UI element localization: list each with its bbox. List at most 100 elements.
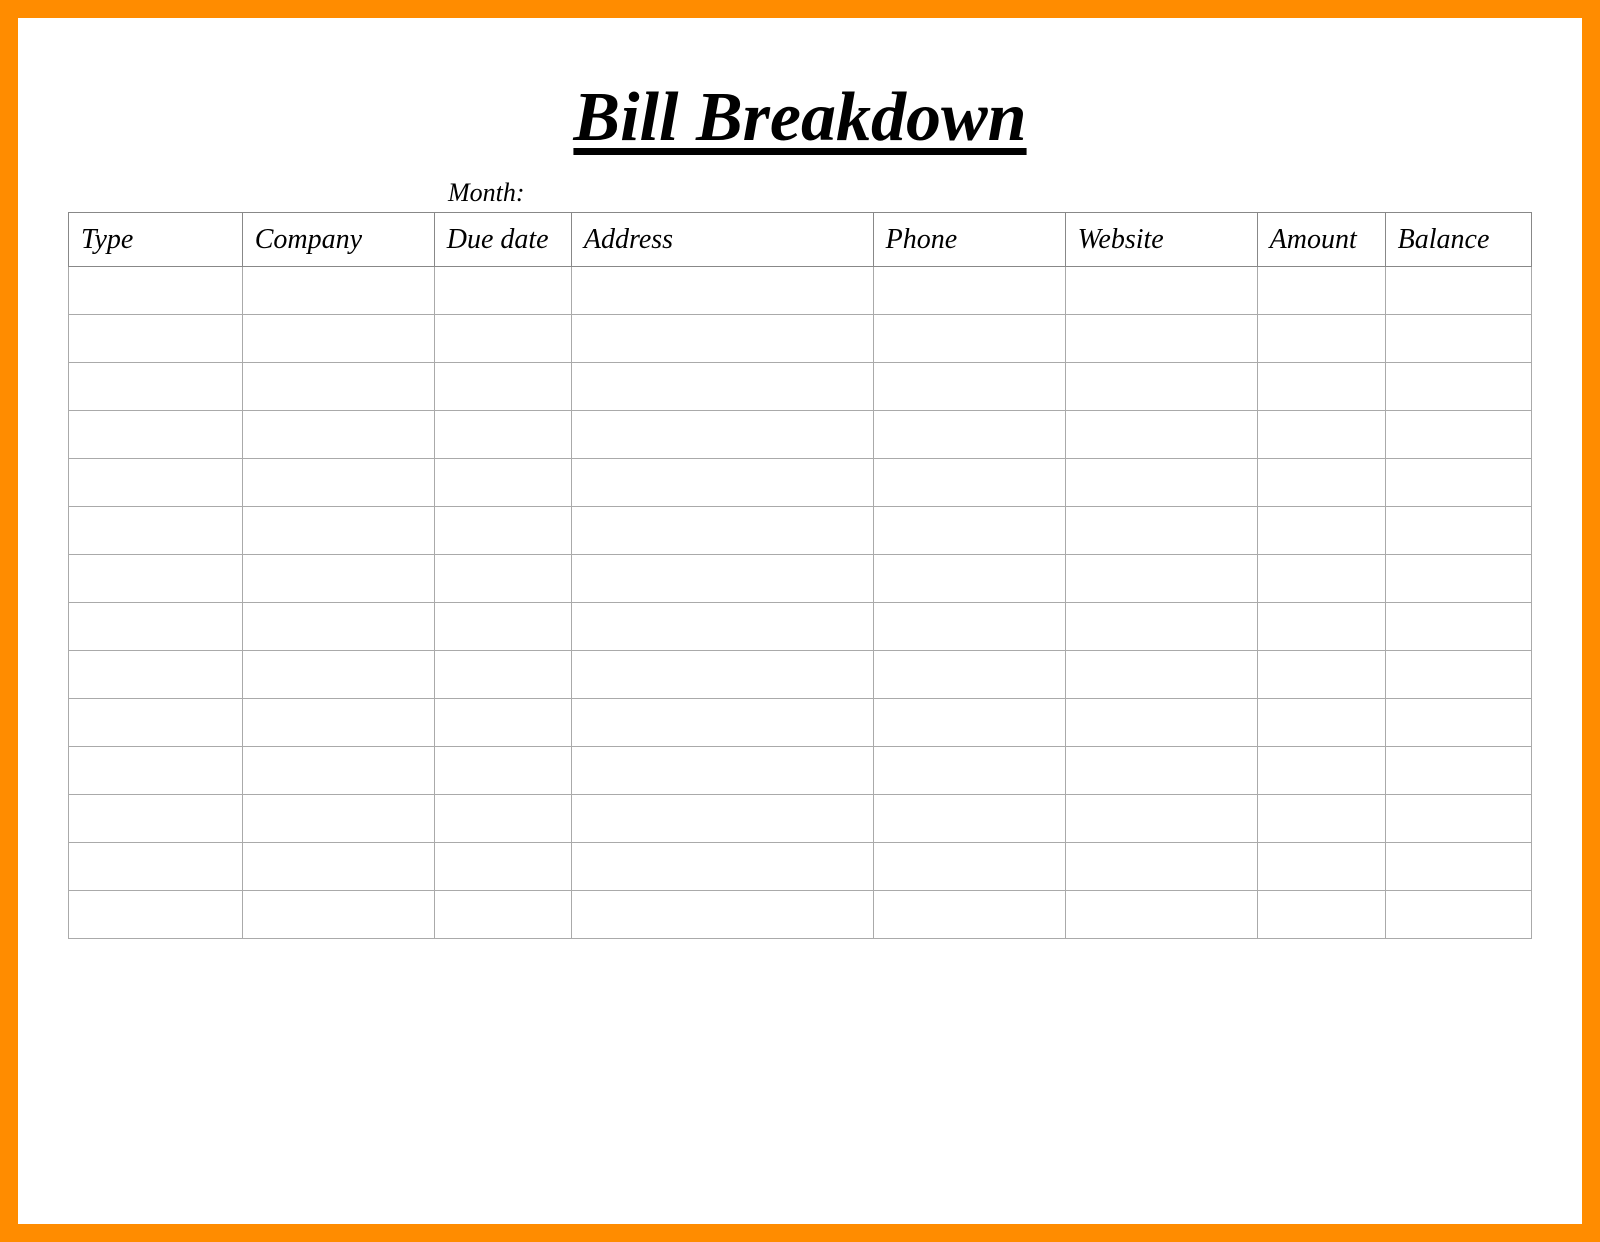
table-cell: [1385, 315, 1531, 363]
table-cell: [242, 795, 434, 843]
table-row: [69, 699, 1532, 747]
table-cell: [69, 795, 243, 843]
table-cell: [1257, 795, 1385, 843]
table-cell: [1065, 603, 1257, 651]
table-cell: [1257, 315, 1385, 363]
table-cell: [1385, 555, 1531, 603]
table-cell: [69, 603, 243, 651]
table-cell: [434, 603, 571, 651]
table-cell: [1065, 315, 1257, 363]
table-cell: [1385, 603, 1531, 651]
table-row: [69, 891, 1532, 939]
table-cell: [69, 507, 243, 555]
table-cell: [571, 267, 873, 315]
table-cell: [1257, 651, 1385, 699]
table-cell: [1065, 891, 1257, 939]
table-row: [69, 651, 1532, 699]
table-cell: [1065, 411, 1257, 459]
table-cell: [1257, 411, 1385, 459]
table-cell: [242, 699, 434, 747]
col-header-duedate: Due date: [434, 213, 571, 267]
table-cell: [434, 555, 571, 603]
table-cell: [69, 411, 243, 459]
table-cell: [1065, 267, 1257, 315]
table-body: [69, 267, 1532, 939]
table-cell: [1065, 507, 1257, 555]
table-cell: [1065, 555, 1257, 603]
table-cell: [434, 267, 571, 315]
table-cell: [571, 795, 873, 843]
table-cell: [1385, 843, 1531, 891]
col-header-address: Address: [571, 213, 873, 267]
table-cell: [1257, 891, 1385, 939]
table-cell: [1257, 363, 1385, 411]
table-cell: [69, 459, 243, 507]
table-row: [69, 459, 1532, 507]
table-header-row: Type Company Due date Address Phone Webs…: [69, 213, 1532, 267]
table-cell: [571, 843, 873, 891]
table-row: [69, 267, 1532, 315]
table-cell: [1257, 267, 1385, 315]
table-cell: [1385, 891, 1531, 939]
table-cell: [873, 555, 1065, 603]
table-cell: [873, 507, 1065, 555]
table-cell: [434, 315, 571, 363]
page-title: Bill Breakdown: [68, 78, 1532, 158]
month-label: Month:: [448, 178, 1532, 208]
table-row: [69, 795, 1532, 843]
table-cell: [242, 747, 434, 795]
table-cell: [242, 315, 434, 363]
table-cell: [571, 411, 873, 459]
table-cell: [1257, 843, 1385, 891]
table-cell: [434, 651, 571, 699]
table-row: [69, 315, 1532, 363]
table-cell: [434, 747, 571, 795]
table-cell: [571, 603, 873, 651]
table-cell: [873, 411, 1065, 459]
table-cell: [1257, 603, 1385, 651]
table-cell: [242, 459, 434, 507]
table-cell: [69, 699, 243, 747]
table-cell: [1385, 363, 1531, 411]
table-cell: [873, 843, 1065, 891]
table-cell: [571, 459, 873, 507]
table-cell: [242, 651, 434, 699]
table-cell: [434, 507, 571, 555]
table-cell: [571, 699, 873, 747]
table-cell: [1257, 747, 1385, 795]
table-cell: [1065, 699, 1257, 747]
table-cell: [434, 843, 571, 891]
table-cell: [1065, 747, 1257, 795]
table-cell: [1385, 459, 1531, 507]
table-cell: [434, 699, 571, 747]
table-cell: [1385, 651, 1531, 699]
table-row: [69, 411, 1532, 459]
table-cell: [1065, 795, 1257, 843]
table-cell: [571, 507, 873, 555]
col-header-type: Type: [69, 213, 243, 267]
table-cell: [1385, 411, 1531, 459]
table-row: [69, 747, 1532, 795]
table-row: [69, 843, 1532, 891]
table-cell: [873, 747, 1065, 795]
col-header-website: Website: [1065, 213, 1257, 267]
table-cell: [1065, 363, 1257, 411]
table-cell: [1065, 459, 1257, 507]
table-cell: [873, 651, 1065, 699]
table-cell: [434, 795, 571, 843]
table-cell: [242, 891, 434, 939]
table-cell: [242, 363, 434, 411]
table-cell: [242, 603, 434, 651]
table-cell: [873, 267, 1065, 315]
table-cell: [242, 267, 434, 315]
table-cell: [873, 315, 1065, 363]
table-cell: [571, 315, 873, 363]
table-cell: [1385, 795, 1531, 843]
table-cell: [873, 699, 1065, 747]
col-header-company: Company: [242, 213, 434, 267]
table-cell: [1257, 699, 1385, 747]
table-cell: [69, 315, 243, 363]
table-cell: [873, 891, 1065, 939]
table-cell: [571, 747, 873, 795]
table-row: [69, 363, 1532, 411]
